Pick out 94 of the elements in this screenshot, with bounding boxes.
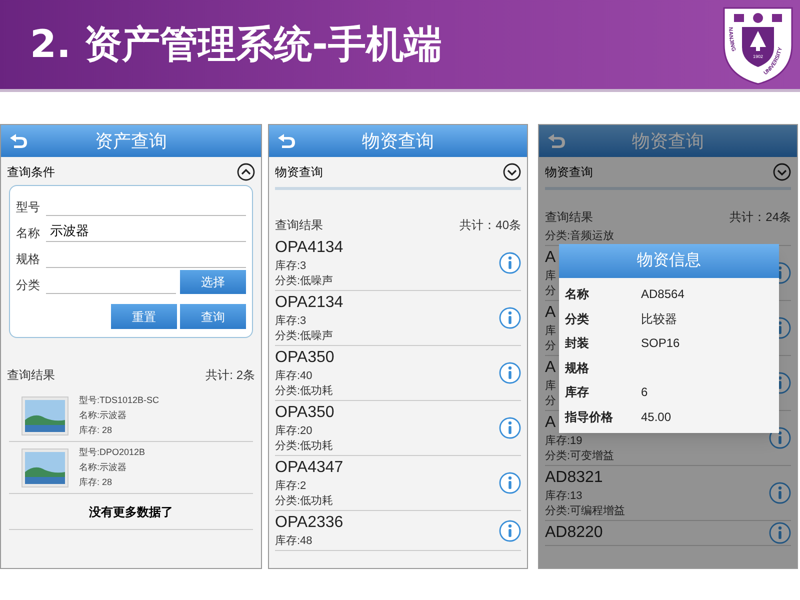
item-category: 分类:低功耗 bbox=[275, 384, 334, 399]
field-label: 名称 bbox=[16, 225, 41, 242]
item-name: OPA4347 bbox=[275, 458, 344, 478]
item-stock: 库存:2 bbox=[275, 479, 306, 494]
item-name: OPA350 bbox=[275, 348, 334, 368]
item-name: OPA4134 bbox=[275, 238, 344, 258]
result-row[interactable]: OPA350 库存:20 分类:低功耗 bbox=[275, 401, 521, 456]
field-label: 规格 bbox=[16, 251, 41, 268]
collapse-chevron-icon[interactable] bbox=[237, 163, 255, 181]
back-arrow-icon[interactable] bbox=[277, 133, 297, 149]
info-label: 封装 bbox=[565, 335, 590, 352]
section-label: 物资查询 bbox=[545, 164, 593, 181]
item-stock: 库存:3 bbox=[275, 314, 306, 329]
result-row[interactable]: AD8321 库存:13 分类:可编程增益 bbox=[545, 466, 791, 521]
item-category: 分 bbox=[545, 394, 556, 409]
dialog-title: 物资信息 bbox=[637, 251, 701, 271]
result-row[interactable]: OPA2336 库存:48 bbox=[275, 511, 521, 551]
item-stock: 库存:3 bbox=[275, 259, 306, 274]
item-name: A bbox=[545, 413, 556, 433]
info-icon[interactable] bbox=[499, 252, 521, 274]
item-name: 名称:示波器 bbox=[79, 409, 128, 422]
info-label: 名称 bbox=[565, 286, 590, 304]
info-icon[interactable] bbox=[499, 417, 521, 439]
info-label: 规格 bbox=[565, 360, 590, 377]
item-stock: 库存: 28 bbox=[79, 424, 114, 437]
info-value: 比较器 bbox=[641, 310, 677, 328]
item-stock: 库 bbox=[545, 269, 556, 284]
item-model: 型号:TDS1012B-SC bbox=[79, 394, 160, 407]
results-count: 共计：40条 bbox=[460, 217, 521, 234]
item-category: 分类:低噪声 bbox=[275, 274, 334, 289]
section-label: 物资查询 bbox=[275, 164, 323, 181]
item-name: 名称:示波器 bbox=[79, 461, 128, 474]
section-label: 查询条件 bbox=[7, 164, 55, 181]
result-row[interactable]: OPA4134 库存:3 分类:低噪声 bbox=[275, 236, 521, 291]
info-label: 分类 bbox=[565, 310, 590, 328]
info-icon[interactable] bbox=[499, 472, 521, 494]
field-label: 分类 bbox=[16, 277, 41, 294]
results-label: 查询结果 bbox=[275, 217, 323, 234]
item-name: AD8220 bbox=[545, 523, 603, 543]
item-category: 分 bbox=[545, 339, 556, 354]
back-arrow-icon[interactable] bbox=[547, 133, 567, 149]
result-row[interactable]: OPA2134 库存:3 分类:低噪声 bbox=[275, 291, 521, 346]
item-stock: 库存:20 bbox=[275, 424, 312, 439]
item-stock: 库存:19 bbox=[545, 434, 582, 449]
item-category: 分类:可编程增益 bbox=[545, 504, 626, 519]
result-row[interactable]: 型号:DPO2012B 名称:示波器 库存: 28 bbox=[9, 442, 253, 494]
item-name: AD8321 bbox=[545, 468, 603, 488]
screen-title: 物资查询 bbox=[632, 130, 704, 150]
info-value: SOP16 bbox=[641, 335, 680, 352]
item-stock: 库存:13 bbox=[545, 489, 582, 504]
item-name: OPA350 bbox=[275, 403, 334, 423]
results-count: 共计：24条 bbox=[730, 209, 791, 226]
no-more-data-text: 没有更多数据了 bbox=[89, 504, 173, 520]
item-name: A bbox=[545, 303, 556, 323]
expand-chevron-icon[interactable] bbox=[503, 163, 521, 181]
item-name: A bbox=[545, 358, 556, 378]
item-category: 分 bbox=[545, 284, 556, 299]
landscape-image-placeholder bbox=[21, 448, 69, 488]
item-category: 分类:低功耗 bbox=[275, 494, 334, 509]
item-name: A bbox=[545, 248, 556, 268]
info-value: 45.00 bbox=[641, 408, 672, 426]
item-category: 分类:可变增益 bbox=[545, 449, 614, 464]
item-stock: 库 bbox=[545, 324, 556, 339]
slide-title: 2. 资产管理系统-手机端 bbox=[30, 21, 442, 68]
result-row[interactable]: 型号:TDS1012B-SC 名称:示波器 库存: 28 bbox=[9, 390, 253, 442]
item-category: 分类:低功耗 bbox=[275, 439, 334, 454]
results-count: 共计: 2条 bbox=[206, 367, 255, 384]
results-label: 查询结果 bbox=[545, 209, 593, 226]
item-name: OPA2336 bbox=[275, 513, 344, 533]
field-label: 型号 bbox=[16, 199, 41, 216]
landscape-image-placeholder bbox=[21, 396, 69, 436]
result-row[interactable]: AD8220 bbox=[545, 521, 791, 546]
item-stock: 库存:40 bbox=[275, 369, 312, 384]
back-arrow-icon[interactable] bbox=[9, 133, 29, 149]
item-category: 分类:音频运放 bbox=[545, 229, 614, 244]
item-stock: 库 bbox=[545, 379, 556, 394]
item-model: 型号:DPO2012B bbox=[79, 446, 146, 459]
info-icon[interactable] bbox=[499, 307, 521, 329]
item-name: OPA2134 bbox=[275, 293, 344, 313]
info-value: 6 bbox=[641, 384, 648, 402]
info-icon[interactable] bbox=[499, 362, 521, 384]
info-label: 指导价格 bbox=[565, 408, 614, 426]
screen-title: 资产查询 bbox=[95, 130, 167, 150]
item-category: 分类:低噪声 bbox=[275, 329, 334, 344]
info-value: AD8564 bbox=[641, 286, 684, 304]
item-stock: 库存: 28 bbox=[79, 476, 114, 489]
info-icon[interactable] bbox=[499, 520, 521, 542]
expand-chevron-icon[interactable] bbox=[773, 163, 791, 181]
item-stock: 库存:48 bbox=[275, 534, 312, 549]
result-row[interactable]: OPA350 库存:40 分类:低功耗 bbox=[275, 346, 521, 401]
info-label: 库存 bbox=[565, 384, 590, 402]
results-label: 查询结果 bbox=[7, 367, 55, 384]
screen-title: 物资查询 bbox=[362, 130, 434, 150]
result-row[interactable]: OPA4347 库存:2 分类:低功耗 bbox=[275, 456, 521, 511]
